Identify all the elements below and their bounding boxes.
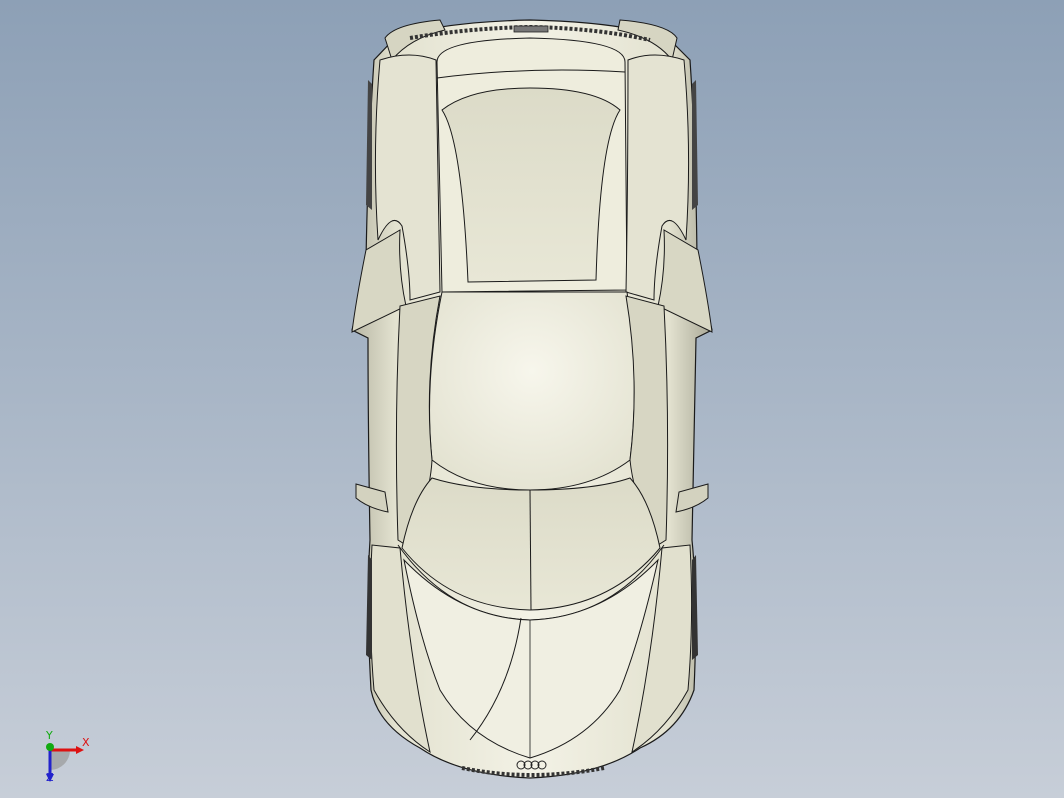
rear-badge <box>513 25 549 33</box>
x-axis-label: X <box>82 736 90 749</box>
z-axis-label: Z <box>46 771 54 784</box>
left-rear-wheel <box>366 80 372 210</box>
rear-window <box>441 87 621 283</box>
left-front-wheel <box>366 555 372 660</box>
right-rear-wheel <box>692 80 698 210</box>
triad-quadrant <box>50 750 70 770</box>
right-front-wheel <box>692 555 698 660</box>
roof <box>429 291 635 491</box>
graphics-viewport[interactable]: X Y Z <box>0 0 1064 798</box>
coordinate-triad: X Y Z <box>30 730 100 790</box>
y-axis-label: Y <box>46 729 53 742</box>
y-axis-icon <box>46 743 54 751</box>
car-model[interactable] <box>0 0 1064 798</box>
